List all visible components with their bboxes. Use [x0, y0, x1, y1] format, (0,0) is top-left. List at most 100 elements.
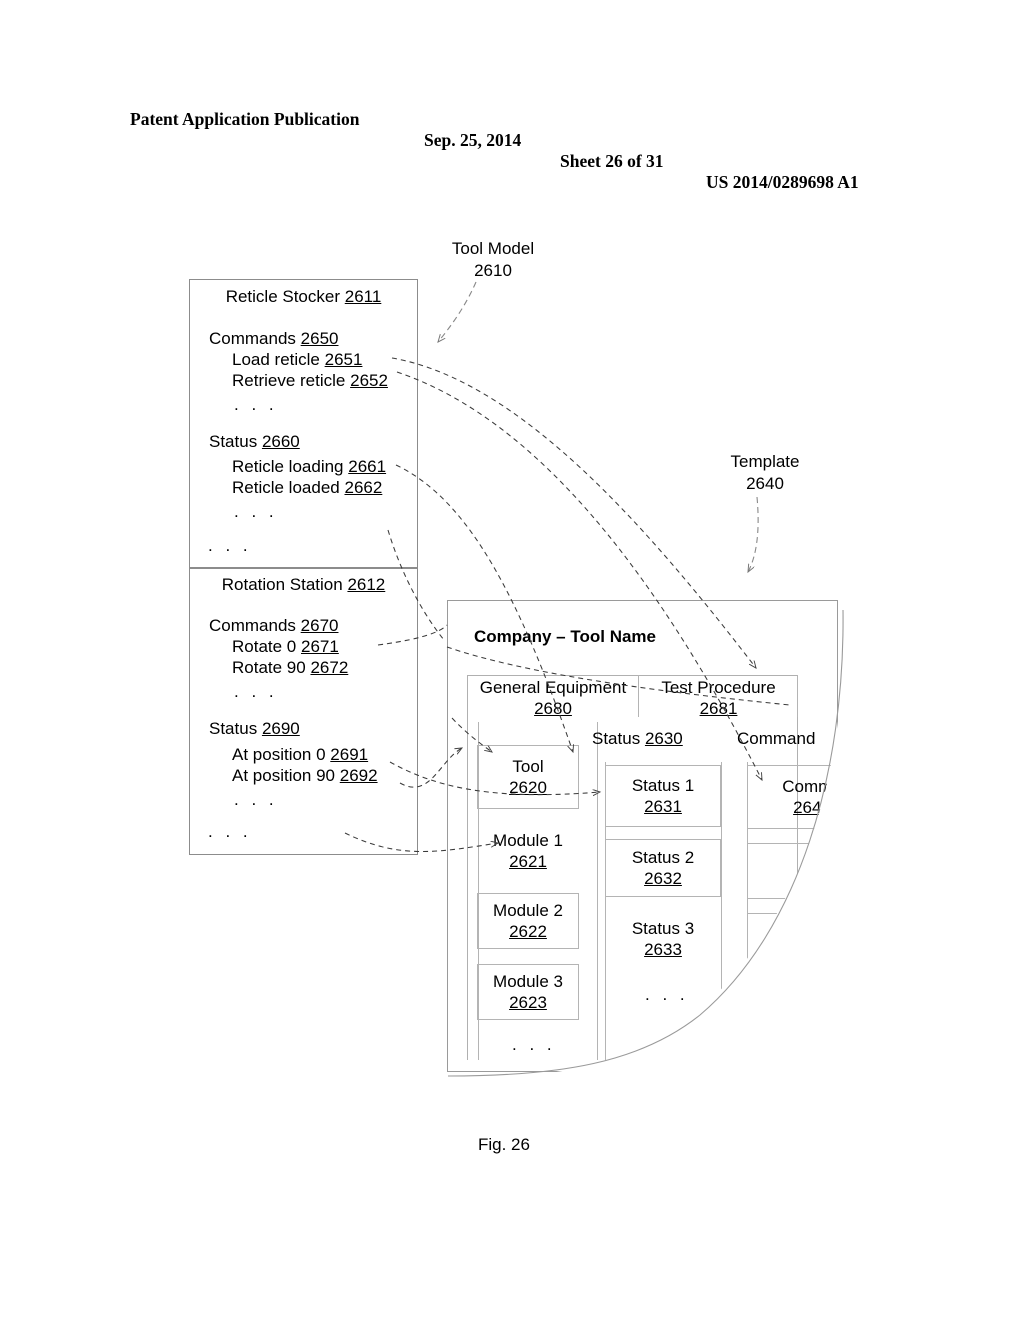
rotation-command-item-1: Rotate 90 2672 — [232, 659, 348, 676]
cell-module-1-ref: 2621 — [509, 852, 547, 871]
cell-module-2-label: Module 2 — [493, 900, 563, 920]
reticle-command-item-0-ref: 2651 — [324, 350, 363, 369]
column-equipment-right-rule — [597, 722, 598, 1060]
reticle-command-item-1: Retrieve reticle 2652 — [232, 372, 388, 389]
callout-tool-model-label: Tool Model — [451, 239, 535, 258]
reticle-commands-heading: Commands 2650 — [209, 330, 338, 347]
patent-figure-page: Patent Application Publication Sep. 25, … — [0, 0, 1024, 1320]
command-rule-4 — [747, 913, 867, 914]
tab-general-equipment-label: General Equipment — [479, 678, 627, 697]
command-rule-2 — [747, 843, 867, 844]
rotation-station-title-text: Rotation Station — [221, 575, 343, 594]
reticle-status-item-1: Reticle loaded 2662 — [232, 479, 382, 496]
rotation-command-item-1-label: Rotate 90 — [232, 658, 306, 677]
callout-tool-model-ref: 2610 — [474, 261, 512, 280]
cell-module-1[interactable]: Module 1 2621 — [477, 823, 579, 879]
cell-status-3[interactable]: Status 3 2633 — [605, 910, 721, 968]
rotation-commands-heading-text: Commands — [209, 616, 296, 635]
reticle-command-item-0: Load reticle 2651 — [232, 351, 362, 368]
reticle-status-item-0-ref: 2661 — [348, 457, 387, 476]
reticle-stocker-title: Reticle Stocker 2611 — [196, 288, 411, 305]
rotation-status-heading-ref: 2690 — [261, 719, 300, 738]
tab-test-procedure[interactable]: Test Procedure 2681 — [639, 675, 798, 717]
header-patent-number: US 2014/0289698 A1 — [706, 172, 859, 192]
rotation-status-item-1-ref: 2692 — [339, 766, 378, 785]
reticle-status-heading: Status 2660 — [209, 433, 300, 450]
rotation-status-item-1-label: At position 90 — [232, 766, 336, 785]
cell-module-3[interactable]: Module 3 2623 — [477, 964, 579, 1020]
cell-tool-label: Tool — [512, 756, 544, 776]
rotation-status-heading: Status 2690 — [209, 720, 300, 737]
rotation-status-item-0-ref: 2691 — [330, 745, 369, 764]
column-equipment-ellipsis: . . . — [512, 1035, 556, 1054]
rotation-command-item-1-ref: 2672 — [310, 658, 349, 677]
cell-status-3-ref: 2633 — [644, 940, 682, 959]
rotation-commands-ellipsis: . . . — [234, 682, 278, 701]
page-header: Patent Application Publication Sep. 25, … — [0, 88, 1024, 214]
reticle-commands-ellipsis: . . . — [234, 395, 278, 414]
reticle-stocker-title-text: Reticle Stocker — [225, 287, 341, 306]
cell-module-3-label: Module 3 — [493, 971, 563, 991]
cell-tool-ref: 2620 — [509, 778, 547, 797]
command-rule-0 — [747, 765, 867, 766]
column-status-right-rule — [721, 762, 722, 1060]
cell-module-2[interactable]: Module 2 2622 — [477, 893, 579, 949]
tab-test-procedure-label: Test Procedure — [661, 678, 776, 697]
callout-template-label: Template — [730, 452, 800, 471]
cell-status-2-label: Status 2 — [631, 847, 695, 867]
reticle-status-ellipsis: . . . — [234, 502, 278, 521]
figure-caption: Fig. 26 — [478, 1135, 530, 1154]
cell-command-1[interactable]: Comma 2641 — [747, 768, 877, 826]
rotation-command-item-0-ref: 2671 — [301, 637, 339, 656]
reticle-commands-heading-ref: 2650 — [300, 329, 339, 348]
reticle-status-item-0-label: Reticle loading — [232, 457, 344, 476]
cell-status-1[interactable]: Status 1 2631 — [605, 765, 721, 827]
rotation-status-item-0: At position 0 2691 — [232, 746, 368, 763]
column-status-heading-text: Status — [592, 729, 641, 748]
reticle-command-item-0-label: Load reticle — [232, 350, 320, 369]
reticle-status-item-1-ref: 2662 — [344, 478, 383, 497]
callout-template-ref: 2640 — [746, 474, 784, 493]
header-sheet: Sheet 26 of 31 — [560, 151, 664, 171]
rotation-status-heading-text: Status — [209, 719, 258, 738]
reticle-status-item-0: Reticle loading 2661 — [232, 458, 386, 475]
tab-general-equipment[interactable]: General Equipment 2680 — [467, 675, 639, 717]
cell-module-2-ref: 2622 — [509, 922, 547, 941]
rotation-station-title-ref: 2612 — [347, 575, 386, 594]
rotation-command-item-0-label: Rotate 0 — [232, 637, 297, 656]
cell-status-2-ref: 2632 — [644, 869, 682, 888]
cell-status-1-label: Status 1 — [631, 775, 695, 795]
rotation-command-item-0: Rotate 0 2671 — [232, 638, 339, 655]
cell-module-3-ref: 2623 — [509, 993, 547, 1012]
reticle-command-item-1-label: Retrieve reticle — [232, 371, 346, 390]
command-rule-3 — [747, 898, 867, 899]
rotation-status-item-0-label: At position 0 — [232, 745, 326, 764]
cell-status-1-ref: 2631 — [644, 797, 682, 816]
command-rule-1 — [747, 828, 867, 829]
reticle-command-item-1-ref: 2652 — [350, 371, 388, 390]
tool-model-box-reticle-stocker — [189, 279, 418, 568]
column-status-heading-ref: 2630 — [644, 729, 683, 748]
cell-module-1-label: Module 1 — [493, 830, 563, 850]
leader-tool-model — [438, 281, 477, 342]
rotation-station-title: Rotation Station 2612 — [196, 576, 411, 593]
reticle-commands-heading-text: Commands — [209, 329, 296, 348]
cell-tool[interactable]: Tool 2620 — [477, 745, 579, 809]
rotation-status-item-1: At position 90 2692 — [232, 767, 378, 784]
cell-status-2[interactable]: Status 2 2632 — [605, 839, 721, 897]
cell-command-1-ref: 2641 — [793, 798, 831, 817]
tool-model-box-rotation-station — [189, 568, 418, 855]
reticle-stocker-title-ref: 2611 — [344, 287, 382, 306]
reticle-status-heading-ref: 2660 — [261, 432, 300, 451]
tab-general-equipment-ref: 2680 — [534, 699, 572, 718]
header-publication: Patent Application Publication — [130, 109, 360, 129]
cell-status-3-label: Status 3 — [631, 918, 695, 938]
rotation-commands-heading-ref: 2670 — [300, 616, 339, 635]
rotation-station-ellipsis: . . . — [208, 822, 252, 841]
rotation-status-ellipsis: . . . — [234, 790, 278, 809]
reticle-stocker-ellipsis: . . . — [208, 536, 252, 555]
header-date: Sep. 25, 2014 — [424, 130, 522, 150]
column-status-heading: Status 2630 — [592, 730, 683, 747]
column-status-ellipsis: . . . — [645, 985, 689, 1004]
template-title: Company – Tool Name — [474, 627, 656, 646]
